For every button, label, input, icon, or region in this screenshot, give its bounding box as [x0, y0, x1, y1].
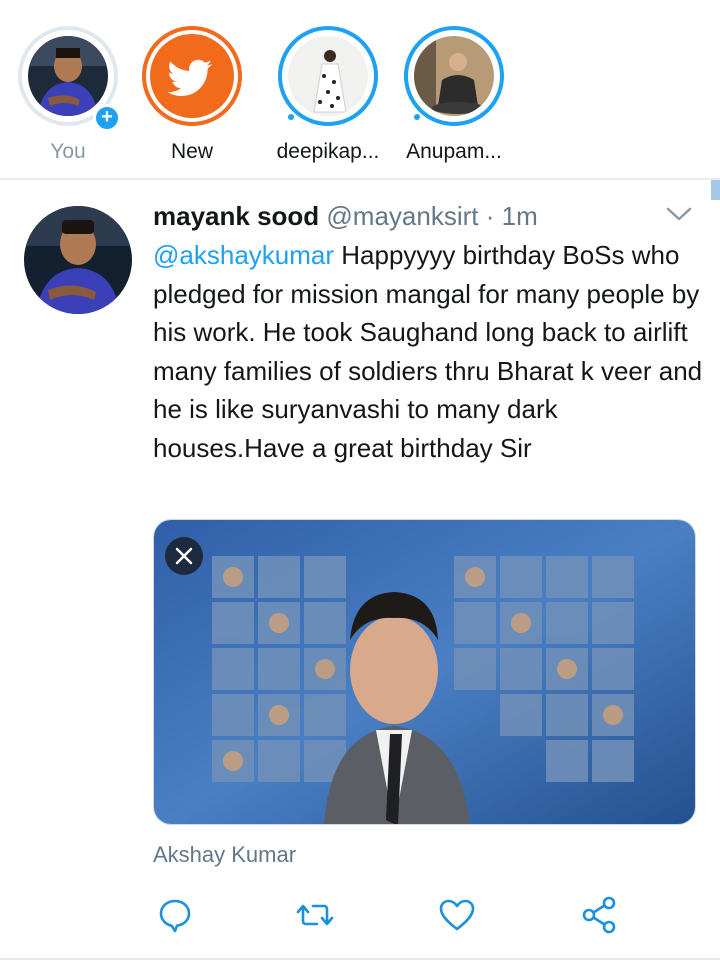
- tweet-body: Happyyyy birthday BoSs who pledged for m…: [153, 240, 703, 463]
- close-icon[interactable]: [165, 537, 203, 575]
- retweet-icon[interactable]: [293, 893, 337, 937]
- divider: [0, 958, 720, 960]
- avatar: [28, 36, 108, 116]
- fleet-avatar: [414, 36, 494, 116]
- share-icon[interactable]: [577, 893, 621, 937]
- fleet-label: Anupam...: [406, 140, 502, 163]
- fleets-bar: + You New deepikap... Anupam...: [0, 0, 720, 178]
- timestamp[interactable]: 1m: [502, 201, 538, 231]
- tweet-text: @akshaykumar Happyyyy birthday BoSs who …: [153, 236, 713, 467]
- tweet-image[interactable]: [153, 519, 696, 825]
- media-caption[interactable]: Akshay Kumar: [153, 842, 296, 868]
- like-icon[interactable]: [435, 893, 479, 937]
- fleet-label: New: [170, 140, 213, 163]
- mention-link[interactable]: @akshaykumar: [153, 240, 334, 270]
- tweet-avatar[interactable]: [24, 206, 132, 314]
- twitter-bird-icon: [150, 34, 234, 118]
- reply-icon[interactable]: [153, 893, 197, 937]
- divider: [0, 178, 720, 180]
- display-name[interactable]: mayank sood: [153, 201, 319, 231]
- unread-indicator: [412, 112, 422, 122]
- scroll-indicator: [711, 180, 720, 200]
- tweet-actions: [153, 893, 623, 943]
- handle[interactable]: @mayanksirt: [326, 201, 478, 231]
- fleet-avatar: [288, 36, 368, 116]
- separator: ·: [485, 201, 495, 231]
- unread-indicator: [286, 112, 296, 122]
- fleet-label: You: [50, 140, 86, 163]
- tweet-header: mayank sood @mayanksirt · 1m: [153, 198, 538, 234]
- chevron-down-icon[interactable]: [664, 202, 694, 226]
- fleet-label: deepikap...: [276, 140, 380, 163]
- add-fleet-button[interactable]: +: [93, 104, 121, 132]
